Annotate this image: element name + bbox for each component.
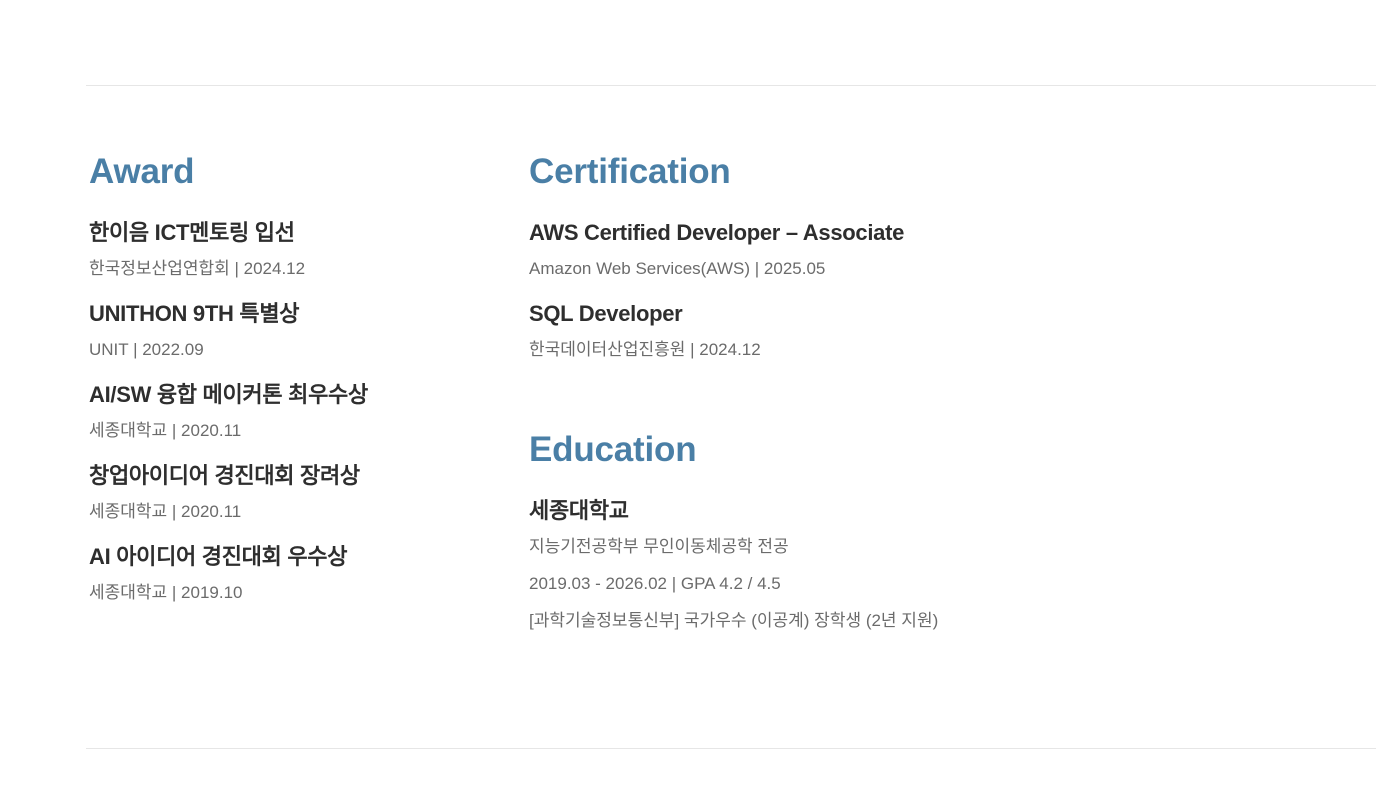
award-name: AI/SW 융합 메이커톤 최우수상 [89,382,368,407]
award-meta: 세종대학교 | 2020.11 [89,421,242,440]
award-name: AI 아이디어 경진대회 우수상 [89,544,348,569]
award-meta: 한국정보산업연합회 | 2024.12 [89,259,306,278]
education-section: Education 세종대학교 지능기전공학부 무인이동체공학 전공 2019.… [529,428,1229,631]
bottom-divider [86,748,1376,749]
school-name: 세종대학교 [529,498,629,523]
period-gpa-text: 2019.03 - 2026.02 | GPA 4.2 / 4.5 [529,574,781,593]
education-entry: 세종대학교 지능기전공학부 무인이동체공학 전공 2019.03 - 2026.… [529,498,1229,631]
award-meta: UNIT | 2022.09 [89,340,204,359]
award-meta: 세종대학교 | 2019.10 [89,583,243,602]
certification-section: Certification AWS Certified Developer – … [529,150,1229,360]
award-list: 한이음 ICT멘토링 입선 한국정보산업연합회 | 2024.12 UNITHO… [89,220,489,603]
certification-name: SQL Developer [529,301,683,326]
award-item: AI/SW 융합 메이커톤 최우수상 세종대학교 | 2020.11 [89,382,489,441]
award-item: AI 아이디어 경진대회 우수상 세종대학교 | 2019.10 [89,544,489,603]
certification-list: AWS Certified Developer – Associate Amaz… [529,220,1229,360]
major-text: 지능기전공학부 무인이동체공학 전공 [529,537,789,556]
award-item: UNITHON 9TH 특별상 UNIT | 2022.09 [89,301,489,360]
education-heading: Education [529,430,697,469]
right-column: Certification AWS Certified Developer – … [529,150,1229,631]
certification-item: AWS Certified Developer – Associate Amaz… [529,220,1229,279]
award-meta: 세종대학교 | 2020.11 [89,502,242,521]
award-item: 창업아이디어 경진대회 장려상 세종대학교 | 2020.11 [89,463,489,522]
scholarship-text: [과학기술정보통신부] 국가우수 (이공계) 장학생 (2년 지원) [529,611,939,630]
award-name: 창업아이디어 경진대회 장려상 [89,463,360,488]
award-name: 한이음 ICT멘토링 입선 [89,220,295,245]
award-heading: Award [89,152,195,191]
award-name: UNITHON 9TH 특별상 [89,301,300,326]
award-item: 한이음 ICT멘토링 입선 한국정보산업연합회 | 2024.12 [89,220,489,279]
certification-item: SQL Developer 한국데이터산업진흥원 | 2024.12 [529,301,1229,360]
top-divider [86,85,1376,86]
certification-heading: Certification [529,152,731,191]
certification-meta: 한국데이터산업진흥원 | 2024.12 [529,340,761,359]
certification-name: AWS Certified Developer – Associate [529,220,905,245]
award-column: Award 한이음 ICT멘토링 입선 한국정보산업연합회 | 2024.12 … [89,150,489,625]
certification-meta: Amazon Web Services(AWS) | 2025.05 [529,259,826,278]
